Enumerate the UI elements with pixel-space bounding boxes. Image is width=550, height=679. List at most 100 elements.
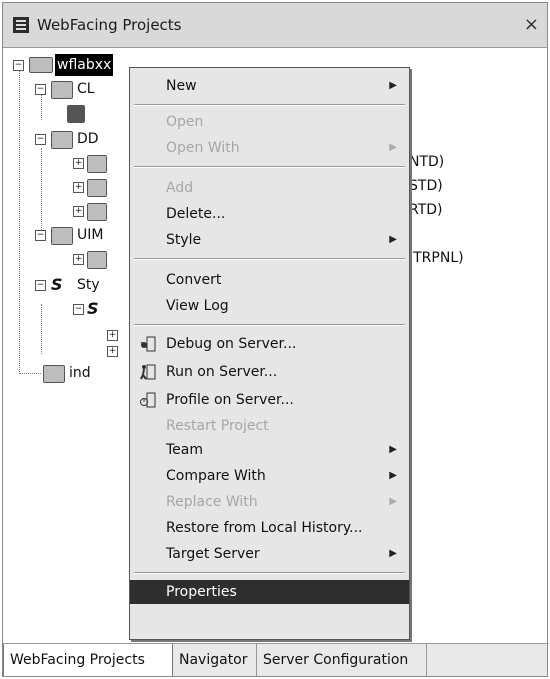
tree-node-label: Sty — [77, 277, 100, 293]
menu-item-compare-with[interactable]: Compare With ▶ — [130, 464, 409, 488]
tree-node-index[interactable]: ind — [13, 362, 123, 384]
view-titlebar: WebFacing Projects × — [3, 3, 547, 48]
menu-item-open-with[interactable]: Open With ▶ — [130, 136, 409, 160]
menu-item-label: Run on Server... — [166, 364, 278, 380]
expand-icon[interactable]: + — [107, 346, 118, 357]
menu-item-restart-project[interactable]: Restart Project — [130, 414, 409, 438]
menu-item-label: Restart Project — [166, 418, 269, 434]
tree-node-dd-3[interactable]: + — [65, 200, 125, 222]
collapse-icon[interactable]: − — [35, 230, 46, 241]
menu-item-label: Properties — [166, 584, 237, 600]
menu-item-label: Compare With — [166, 468, 266, 484]
collapse-icon[interactable]: − — [13, 60, 24, 71]
view-title: WebFacing Projects — [37, 16, 182, 34]
expand-icon[interactable]: + — [73, 182, 84, 193]
tree-node-dd-2[interactable]: + — [65, 176, 125, 198]
webfacing-projects-view: WebFacing Projects × − wflabxx − CL − DD — [2, 2, 548, 677]
menu-separator — [134, 104, 405, 106]
menu-item-label: Style — [166, 232, 202, 248]
view-tab-bar: WebFacing Projects Navigator Server Conf… — [3, 643, 547, 676]
menu-separator — [134, 166, 405, 168]
record-icon — [87, 179, 107, 197]
menu-separator — [134, 324, 405, 326]
menu-item-label: Debug on Server... — [166, 336, 297, 352]
menu-item-properties[interactable]: Properties — [130, 580, 409, 604]
menu-item-view-log[interactable]: View Log — [130, 294, 409, 318]
submenu-arrow-icon: ▶ — [389, 444, 397, 455]
menu-item-run-on-server[interactable]: Run on Server... — [130, 360, 409, 384]
tree-node-dd-2-suffix: STD) — [409, 175, 443, 197]
menu-item-target-server[interactable]: Target Server ▶ — [130, 542, 409, 566]
menu-item-add[interactable]: Add — [130, 176, 409, 200]
expand-icon[interactable]: + — [73, 158, 84, 169]
tree-node-dd-1-suffix: NTD) — [409, 151, 444, 173]
close-view-button[interactable]: × — [524, 14, 539, 35]
menu-item-label: New — [166, 78, 197, 94]
menu-separator — [134, 258, 405, 260]
tree-node-dd[interactable]: − DD — [13, 128, 123, 150]
tab-navigator[interactable]: Navigator — [173, 644, 257, 676]
collapse-icon[interactable]: − — [35, 134, 46, 145]
collapse-icon[interactable]: − — [35, 280, 46, 291]
tree-node-uim-child[interactable]: + — [65, 248, 125, 270]
help-folder-icon — [51, 227, 73, 245]
debug-server-icon — [140, 336, 156, 352]
menu-item-debug-on-server[interactable]: Debug on Server... — [130, 332, 409, 356]
submenu-arrow-icon: ▶ — [389, 142, 397, 153]
record-icon — [87, 155, 107, 173]
record-icon — [87, 203, 107, 221]
menu-item-label: Target Server — [166, 546, 260, 562]
tree-node-style-child[interactable]: − S — [65, 298, 125, 320]
folder-icon — [51, 81, 73, 99]
menu-item-style[interactable]: Style ▶ — [130, 228, 409, 252]
tree-root-label[interactable]: wflabxx — [55, 54, 114, 76]
menu-item-convert[interactable]: Convert — [130, 268, 409, 292]
context-menu: New ▶ Open Open With ▶ Add Delete... Sty… — [129, 67, 410, 640]
tree-node-style-sub-2[interactable]: + — [107, 340, 127, 362]
menu-item-label: Restore from Local History... — [166, 520, 363, 536]
expand-icon[interactable]: + — [73, 254, 84, 265]
menu-item-label: Add — [166, 180, 194, 196]
web-page-icon — [43, 365, 65, 383]
tree-root-row[interactable]: − wflabxx — [13, 54, 123, 76]
tree-node-cl-child[interactable] — [67, 102, 127, 124]
collapse-icon[interactable]: − — [35, 84, 46, 95]
menu-item-label: Replace With — [166, 494, 258, 510]
run-server-icon — [140, 364, 156, 380]
tab-server-configuration[interactable]: Server Configuration — [257, 644, 427, 676]
menu-item-label: Profile on Server... — [166, 392, 294, 408]
folder-icon — [51, 131, 73, 149]
menu-item-label: Convert — [166, 272, 222, 288]
tab-webfacing-projects[interactable]: WebFacing Projects — [3, 644, 173, 676]
menu-item-restore-local-history[interactable]: Restore from Local History... — [130, 516, 409, 540]
menu-item-replace-with[interactable]: Replace With ▶ — [130, 490, 409, 514]
style-icon: S — [87, 299, 99, 318]
file-icon — [67, 105, 85, 123]
menu-item-new[interactable]: New ▶ — [130, 74, 409, 98]
view-icon — [13, 17, 29, 33]
tree-node-label: RTD) — [409, 202, 443, 218]
tree-node-cl[interactable]: − CL — [13, 78, 123, 100]
menu-item-label: Team — [166, 442, 204, 458]
menu-item-label: Open With — [166, 140, 240, 156]
submenu-arrow-icon: ▶ — [389, 548, 397, 559]
menu-item-team[interactable]: Team ▶ — [130, 438, 409, 462]
tree-node-label: DD — [77, 131, 99, 147]
submenu-arrow-icon: ▶ — [389, 234, 397, 245]
submenu-arrow-icon: ▶ — [389, 470, 397, 481]
tree-node-label: NTD) — [409, 154, 445, 170]
expand-icon[interactable]: + — [73, 206, 84, 217]
project-icon — [29, 57, 53, 73]
collapse-icon[interactable]: − — [73, 304, 84, 315]
tree-node-dd-1[interactable]: + — [65, 152, 125, 174]
tree-node-uim[interactable]: − UIM — [13, 224, 123, 246]
tree-node-styles[interactable]: − S Sty — [13, 274, 123, 296]
tree-node-label: UIM — [77, 227, 104, 243]
menu-item-label: View Log — [166, 298, 229, 314]
menu-item-delete[interactable]: Delete... — [130, 202, 409, 226]
menu-item-open[interactable]: Open — [130, 110, 409, 134]
menu-item-profile-on-server[interactable]: Profile on Server... — [130, 388, 409, 412]
tree-node-dd-3-suffix: RTD) — [409, 199, 443, 221]
profile-server-icon — [140, 392, 156, 408]
tree-node-label: ITRPNL) — [409, 250, 464, 266]
